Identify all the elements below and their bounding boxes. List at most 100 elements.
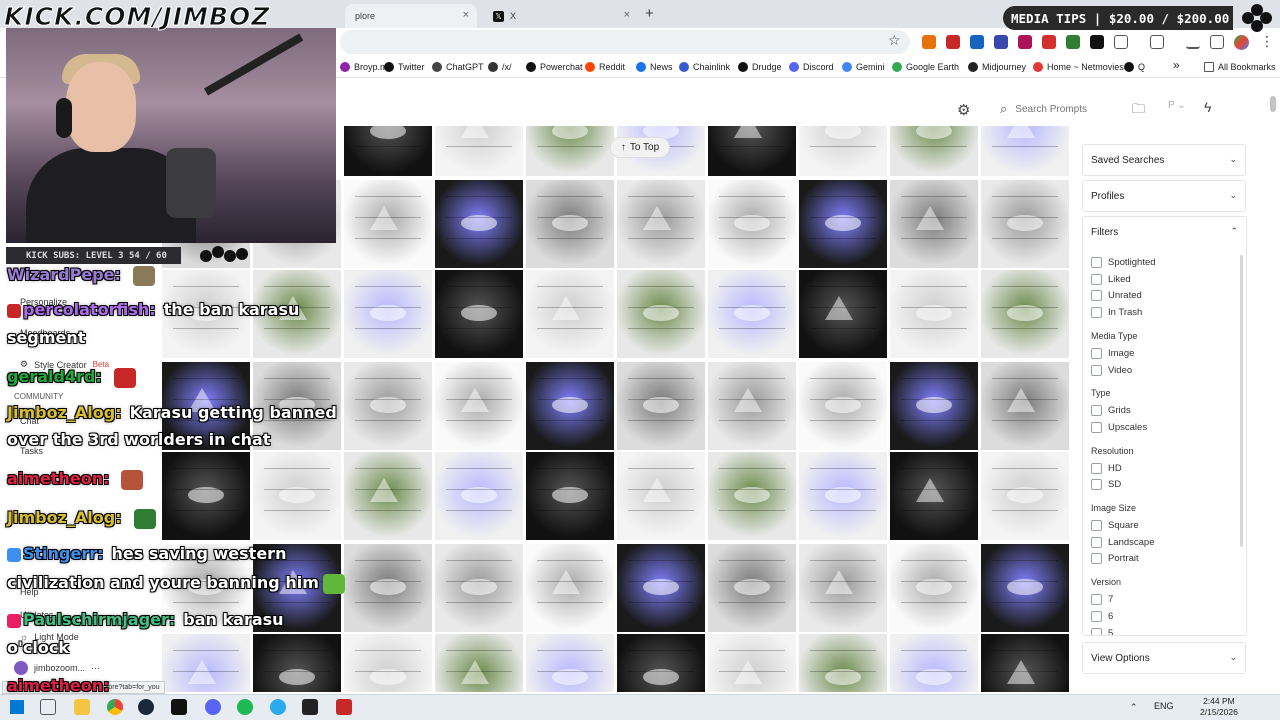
filter-option[interactable]: 7: [1091, 594, 1113, 606]
capcut-icon[interactable]: [302, 699, 318, 715]
generated-image-thumbnail[interactable]: [799, 362, 887, 450]
generated-image-thumbnail[interactable]: [981, 362, 1069, 450]
generated-image-thumbnail[interactable]: [708, 544, 796, 632]
generated-image-thumbnail[interactable]: [344, 634, 432, 692]
generated-image-thumbnail[interactable]: [708, 452, 796, 540]
generated-image-thumbnail[interactable]: [890, 180, 978, 268]
version-select[interactable]: P ⌄: [1168, 100, 1186, 111]
chat-username[interactable]: Paulschirmjager:: [23, 610, 175, 629]
view-options-panel[interactable]: View Options ⌄: [1082, 642, 1246, 674]
chrome-icon[interactable]: [107, 699, 123, 715]
checkbox[interactable]: [1091, 273, 1102, 285]
checkbox[interactable]: [1091, 536, 1102, 548]
extension-icon[interactable]: [1042, 35, 1056, 49]
extension-icon[interactable]: [1018, 35, 1032, 49]
generated-image-thumbnail[interactable]: [981, 452, 1069, 540]
folder-icon[interactable]: 🗀: [1132, 100, 1145, 122]
spotify-icon[interactable]: [237, 699, 253, 715]
checkbox[interactable]: [1091, 405, 1102, 417]
saved-searches-panel[interactable]: Saved Searches ⌄: [1082, 144, 1246, 176]
generated-image-thumbnail[interactable]: [981, 634, 1069, 692]
filter-option[interactable]: Portrait: [1091, 553, 1139, 565]
chat-username[interactable]: Jimboz_Alog:: [7, 403, 122, 422]
generated-image-thumbnail[interactable]: [799, 452, 887, 540]
all-bookmarks-button[interactable]: All Bookmarks: [1204, 59, 1276, 75]
filter-option[interactable]: HD: [1091, 462, 1122, 474]
generated-image-thumbnail[interactable]: [799, 634, 887, 692]
generated-image-thumbnail[interactable]: [344, 544, 432, 632]
filter-option[interactable]: Unrated: [1091, 290, 1142, 302]
new-tab-button[interactable]: +: [645, 5, 654, 22]
checkbox[interactable]: [1091, 421, 1102, 433]
bookmark-item[interactable]: Home ~ Netmovies: [1033, 59, 1124, 75]
filter-option[interactable]: Upscales: [1091, 421, 1147, 433]
chat-username[interactable]: Stingerr:: [23, 544, 104, 563]
generated-image-thumbnail[interactable]: [890, 270, 978, 358]
generated-image-thumbnail[interactable]: [799, 180, 887, 268]
close-tab-icon[interactable]: ×: [463, 9, 469, 21]
generated-image-thumbnail[interactable]: [435, 126, 523, 176]
chevron-up-icon[interactable]: ⌃: [1230, 226, 1238, 237]
page-scrollbar[interactable]: [1270, 96, 1276, 112]
bookmark-item[interactable]: Q: [1124, 59, 1145, 75]
steam-icon[interactable]: [138, 699, 154, 715]
generated-image-thumbnail[interactable]: [708, 362, 796, 450]
checkbox[interactable]: [1091, 627, 1102, 635]
sidebar-toggle-icon[interactable]: [1150, 35, 1164, 49]
generated-image-thumbnail[interactable]: [708, 126, 796, 176]
checkbox[interactable]: [1091, 553, 1102, 565]
generated-image-thumbnail[interactable]: [344, 180, 432, 268]
generated-image-thumbnail[interactable]: [890, 634, 978, 692]
tab-explore[interactable]: plore ×: [345, 4, 477, 28]
bookmark-item[interactable]: Google Earth: [892, 59, 959, 75]
generated-image-thumbnail[interactable]: [253, 634, 341, 692]
generated-image-thumbnail[interactable]: [344, 362, 432, 450]
extension-icon[interactable]: [922, 35, 936, 49]
more-bookmarks-icon[interactable]: »: [1173, 57, 1180, 73]
bookmark-item[interactable]: /x/: [488, 59, 512, 75]
filter-option[interactable]: 6: [1091, 610, 1113, 622]
filter-option[interactable]: 5: [1091, 627, 1113, 635]
generated-image-thumbnail[interactable]: [708, 270, 796, 358]
generated-image-thumbnail[interactable]: [526, 126, 614, 176]
generated-image-thumbnail[interactable]: [526, 180, 614, 268]
bookmark-item[interactable]: Twitter: [384, 59, 425, 75]
search-bar[interactable]: ⌕: [992, 96, 1152, 122]
checkbox[interactable]: [1091, 594, 1102, 606]
browser-menu-icon[interactable]: ⋮: [1260, 33, 1274, 50]
generated-image-thumbnail[interactable]: [799, 270, 887, 358]
generated-image-thumbnail[interactable]: [435, 634, 523, 692]
bookmark-item[interactable]: Powerchat: [526, 59, 583, 75]
filter-option[interactable]: In Trash: [1091, 307, 1142, 319]
filter-option[interactable]: Landscape: [1091, 536, 1154, 548]
generated-image-thumbnail[interactable]: [617, 634, 705, 692]
bookmark-item[interactable]: Discord: [789, 59, 834, 75]
extension-icon[interactable]: [970, 35, 984, 49]
profiles-panel[interactable]: Profiles ⌄: [1082, 180, 1246, 212]
edit-icon[interactable]: [1210, 35, 1224, 49]
generated-image-thumbnail[interactable]: [435, 362, 523, 450]
generated-image-thumbnail[interactable]: [526, 452, 614, 540]
checkbox[interactable]: [1091, 257, 1102, 268]
extension-icon[interactable]: [946, 35, 960, 49]
language-indicator[interactable]: ENG: [1154, 701, 1174, 711]
generated-image-thumbnail[interactable]: [435, 452, 523, 540]
windows-start-icon[interactable]: [9, 699, 25, 715]
generated-image-thumbnail[interactable]: [435, 544, 523, 632]
address-bar[interactable]: [340, 30, 910, 54]
generated-image-thumbnail[interactable]: [981, 126, 1069, 176]
filters-scrollbar[interactable]: [1240, 255, 1243, 547]
generated-image-thumbnail[interactable]: [617, 544, 705, 632]
checkbox[interactable]: [1091, 479, 1102, 491]
chat-username[interactable]: percolatorfish:: [23, 300, 156, 319]
more-icon[interactable]: ···: [91, 663, 100, 673]
generated-image-thumbnail[interactable]: [435, 270, 523, 358]
generated-image-thumbnail[interactable]: [890, 544, 978, 632]
profile-avatar[interactable]: [1234, 35, 1249, 50]
search-input[interactable]: [1015, 103, 1126, 115]
generated-image-thumbnail[interactable]: [617, 452, 705, 540]
generated-image-thumbnail[interactable]: [708, 180, 796, 268]
generated-image-thumbnail[interactable]: [708, 634, 796, 692]
lightning-icon[interactable]: ϟ: [1204, 99, 1211, 115]
generated-image-thumbnail[interactable]: [890, 452, 978, 540]
